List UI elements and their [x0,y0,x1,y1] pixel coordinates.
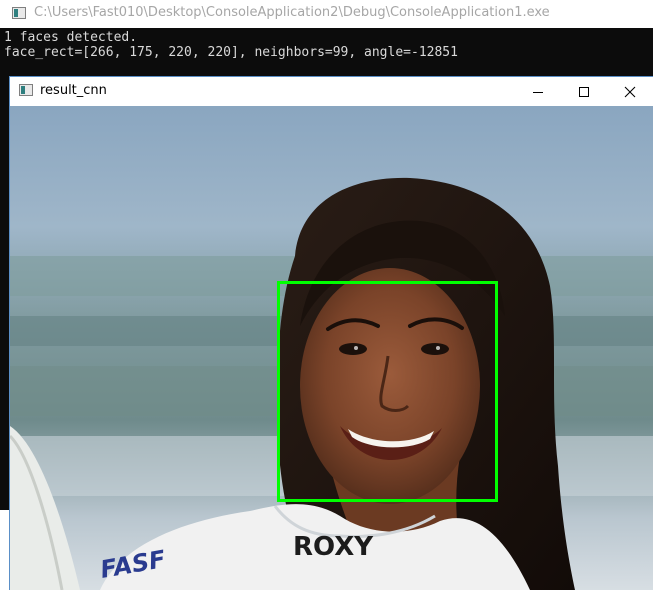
maximize-icon [579,86,589,97]
console-line-1: 1 faces detected. [4,30,138,45]
result-app-icon [19,84,33,96]
shirt-brand-text: ROXY [293,532,374,562]
close-button[interactable] [607,77,653,106]
close-icon [624,86,636,97]
minimize-icon [533,91,543,93]
minimize-button[interactable] [515,77,561,106]
maximize-button[interactable] [561,77,607,106]
console-window-title: C:\Users\Fast010\Desktop\ConsoleApplicat… [34,5,550,20]
console-line-2: face_rect=[266, 175, 220, 220], neighbor… [4,45,458,60]
result-window: result_cnn ROXY FASF [9,76,653,590]
result-image: ROXY FASF [10,106,653,590]
console-app-icon [12,7,26,19]
result-window-title: result_cnn [40,83,107,98]
portrait-photo-icon: ROXY FASF [10,106,653,590]
result-titlebar[interactable]: result_cnn [10,77,653,106]
console-titlebar[interactable]: C:\Users\Fast010\Desktop\ConsoleApplicat… [0,0,653,28]
